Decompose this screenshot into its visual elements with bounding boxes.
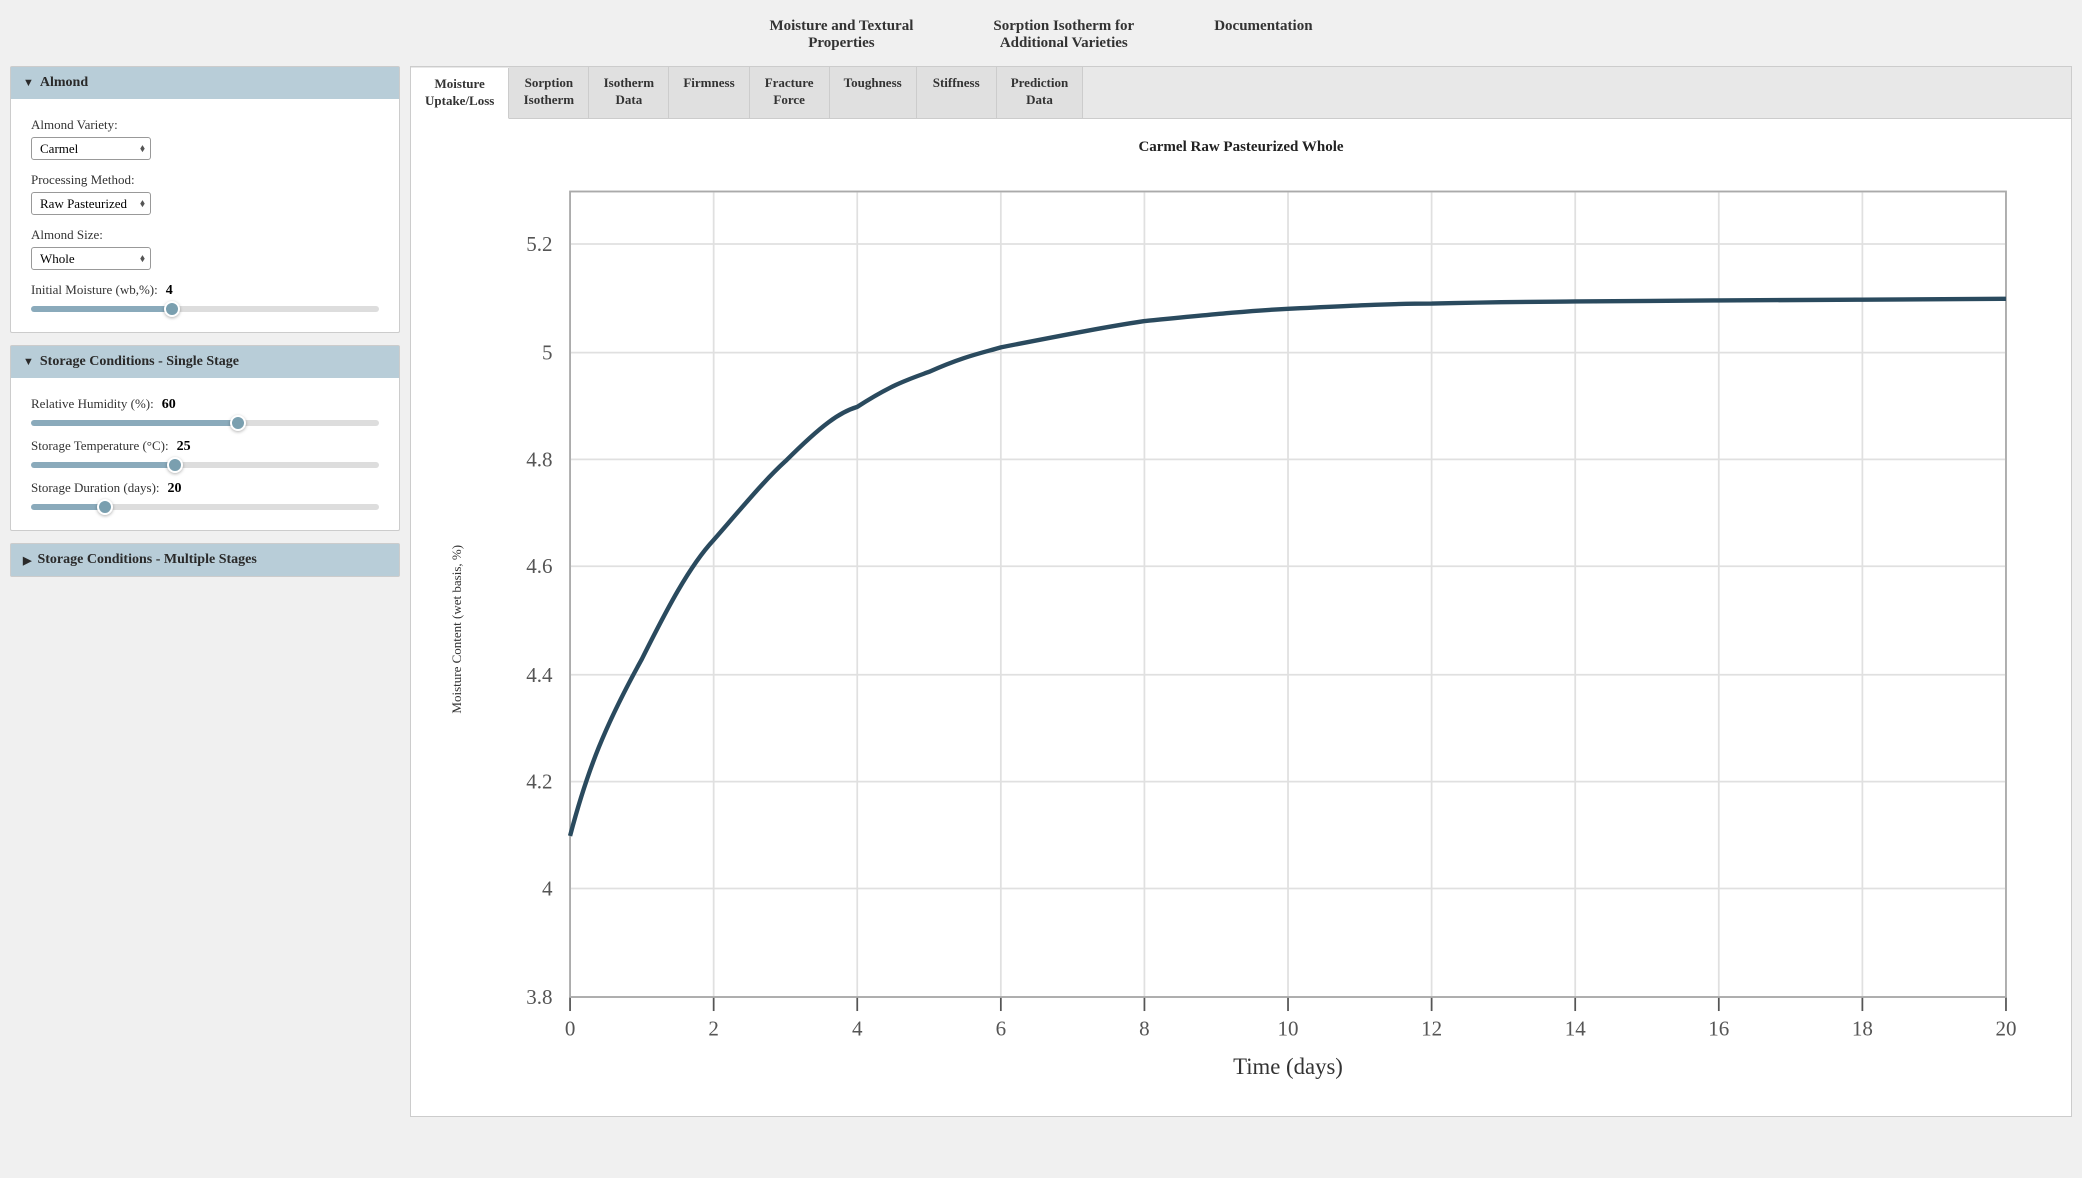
tab-isotherm-data[interactable]: IsothermData: [589, 67, 669, 118]
moisture-value: 4: [166, 283, 173, 299]
size-label: Almond Size:: [31, 227, 379, 243]
variety-field: Almond Variety: Carmel Nonpareil Mission…: [31, 117, 379, 160]
temperature-slider[interactable]: [31, 462, 379, 468]
nav-sorption-isotherm[interactable]: Sorption Isotherm forAdditional Varietie…: [993, 18, 1134, 52]
variety-select[interactable]: Carmel Nonpareil Mission Butte Padre: [31, 137, 151, 160]
svg-text:4.6: 4.6: [526, 554, 552, 578]
svg-text:2: 2: [708, 1016, 718, 1040]
svg-text:10: 10: [1278, 1016, 1299, 1040]
processing-select[interactable]: Raw Pasteurized Dry Roasted Oil Roasted …: [31, 192, 151, 215]
size-select-wrapper: Whole Sliced Slivered Diced: [31, 247, 151, 270]
svg-text:6: 6: [996, 1016, 1007, 1040]
svg-text:0: 0: [565, 1016, 576, 1040]
svg-text:5.2: 5.2: [526, 232, 552, 256]
svg-text:5: 5: [542, 340, 553, 364]
humidity-value: 60: [162, 397, 176, 413]
tab-moisture-uptake[interactable]: MoistureUptake/Loss: [411, 68, 509, 119]
almond-panel-header[interactable]: ▼ Almond: [11, 67, 399, 99]
duration-field: Storage Duration (days): 20: [31, 480, 379, 510]
chart-inner: 5.2 5 4.8 4.6 4.4: [465, 172, 2041, 1087]
moisture-field: Initial Moisture (wb,%): 4: [31, 282, 379, 312]
svg-text:4.4: 4.4: [526, 663, 553, 687]
storage-single-header[interactable]: ▼ Storage Conditions - Single Stage: [11, 346, 399, 378]
svg-text:3.8: 3.8: [526, 985, 552, 1009]
sidebar: ▼ Almond Almond Variety: Carmel Nonparei…: [10, 66, 400, 1117]
processing-field: Processing Method: Raw Pasteurized Dry R…: [31, 172, 379, 215]
storage-multiple-arrow: ▶: [23, 554, 31, 567]
moisture-label: Initial Moisture (wb,%):: [31, 282, 158, 298]
storage-multiple-header[interactable]: ▶ Storage Conditions - Multiple Stages: [11, 544, 399, 576]
humidity-slider[interactable]: [31, 420, 379, 426]
svg-text:4: 4: [542, 876, 553, 900]
storage-single-arrow: ▼: [23, 356, 34, 368]
tab-sorption-isotherm[interactable]: SorptionIsotherm: [509, 67, 589, 118]
storage-multiple-panel: ▶ Storage Conditions - Multiple Stages: [10, 543, 400, 577]
storage-single-body: Relative Humidity (%): 60 Storage Temper…: [11, 378, 399, 530]
almond-panel-body: Almond Variety: Carmel Nonpareil Mission…: [11, 99, 399, 332]
main-layout: ▼ Almond Almond Variety: Carmel Nonparei…: [0, 66, 2082, 1127]
size-field: Almond Size: Whole Sliced Slivered Diced: [31, 227, 379, 270]
nav-documentation[interactable]: Documentation: [1214, 18, 1312, 52]
duration-value: 20: [168, 481, 182, 497]
chart-title: Carmel Raw Pasteurized Whole: [441, 139, 2041, 156]
humidity-field: Relative Humidity (%): 60: [31, 396, 379, 426]
x-axis-text: Time (days): [1233, 1054, 1343, 1079]
svg-text:16: 16: [1708, 1016, 1729, 1040]
duration-slider[interactable]: [31, 504, 379, 510]
processing-label: Processing Method:: [31, 172, 379, 188]
tabs-row: MoistureUptake/Loss SorptionIsotherm Iso…: [411, 67, 2071, 119]
tab-toughness[interactable]: Toughness: [830, 67, 917, 118]
top-navigation: Moisture and TexturalProperties Sorption…: [0, 0, 2082, 66]
almond-panel-arrow: ▼: [23, 77, 34, 89]
temperature-field: Storage Temperature (°C): 25: [31, 438, 379, 468]
content-area: MoistureUptake/Loss SorptionIsotherm Iso…: [410, 66, 2072, 1117]
tab-firmness[interactable]: Firmness: [669, 67, 749, 118]
svg-text:4.8: 4.8: [526, 447, 552, 471]
storage-multiple-title: Storage Conditions - Multiple Stages: [37, 552, 256, 568]
temperature-value: 25: [177, 439, 191, 455]
chart-container: Carmel Raw Pasteurized Whole Moisture Co…: [411, 119, 2071, 1117]
y-axis-label: Moisture Content (wet basis, %): [441, 172, 465, 1087]
size-select[interactable]: Whole Sliced Slivered Diced: [31, 247, 151, 270]
tab-prediction-data[interactable]: PredictionData: [997, 67, 1084, 118]
svg-text:8: 8: [1139, 1016, 1150, 1040]
tab-fracture-force[interactable]: FractureForce: [750, 67, 830, 118]
moisture-slider[interactable]: [31, 306, 379, 312]
duration-label: Storage Duration (days):: [31, 480, 160, 496]
svg-text:12: 12: [1421, 1016, 1442, 1040]
chart-area: Moisture Content (wet basis, %): [441, 172, 2041, 1087]
almond-panel: ▼ Almond Almond Variety: Carmel Nonparei…: [10, 66, 400, 333]
tab-stiffness[interactable]: Stiffness: [917, 67, 997, 118]
processing-select-wrapper: Raw Pasteurized Dry Roasted Oil Roasted …: [31, 192, 151, 215]
variety-label: Almond Variety:: [31, 117, 379, 133]
svg-text:4.2: 4.2: [526, 769, 552, 793]
svg-text:4: 4: [852, 1016, 863, 1040]
svg-text:14: 14: [1565, 1016, 1587, 1040]
temperature-label: Storage Temperature (°C):: [31, 438, 169, 454]
storage-single-title: Storage Conditions - Single Stage: [40, 354, 239, 370]
chart-svg-wrapper: 5.2 5 4.8 4.6 4.4: [465, 172, 2041, 1087]
almond-panel-title: Almond: [40, 75, 88, 91]
variety-select-wrapper: Carmel Nonpareil Mission Butte Padre: [31, 137, 151, 160]
nav-moisture-textural[interactable]: Moisture and TexturalProperties: [769, 18, 913, 52]
svg-text:20: 20: [1995, 1016, 2016, 1040]
chart-svg: 5.2 5 4.8 4.6 4.4: [465, 172, 2041, 1087]
svg-text:18: 18: [1852, 1016, 1873, 1040]
storage-single-panel: ▼ Storage Conditions - Single Stage Rela…: [10, 345, 400, 531]
humidity-label: Relative Humidity (%):: [31, 396, 154, 412]
